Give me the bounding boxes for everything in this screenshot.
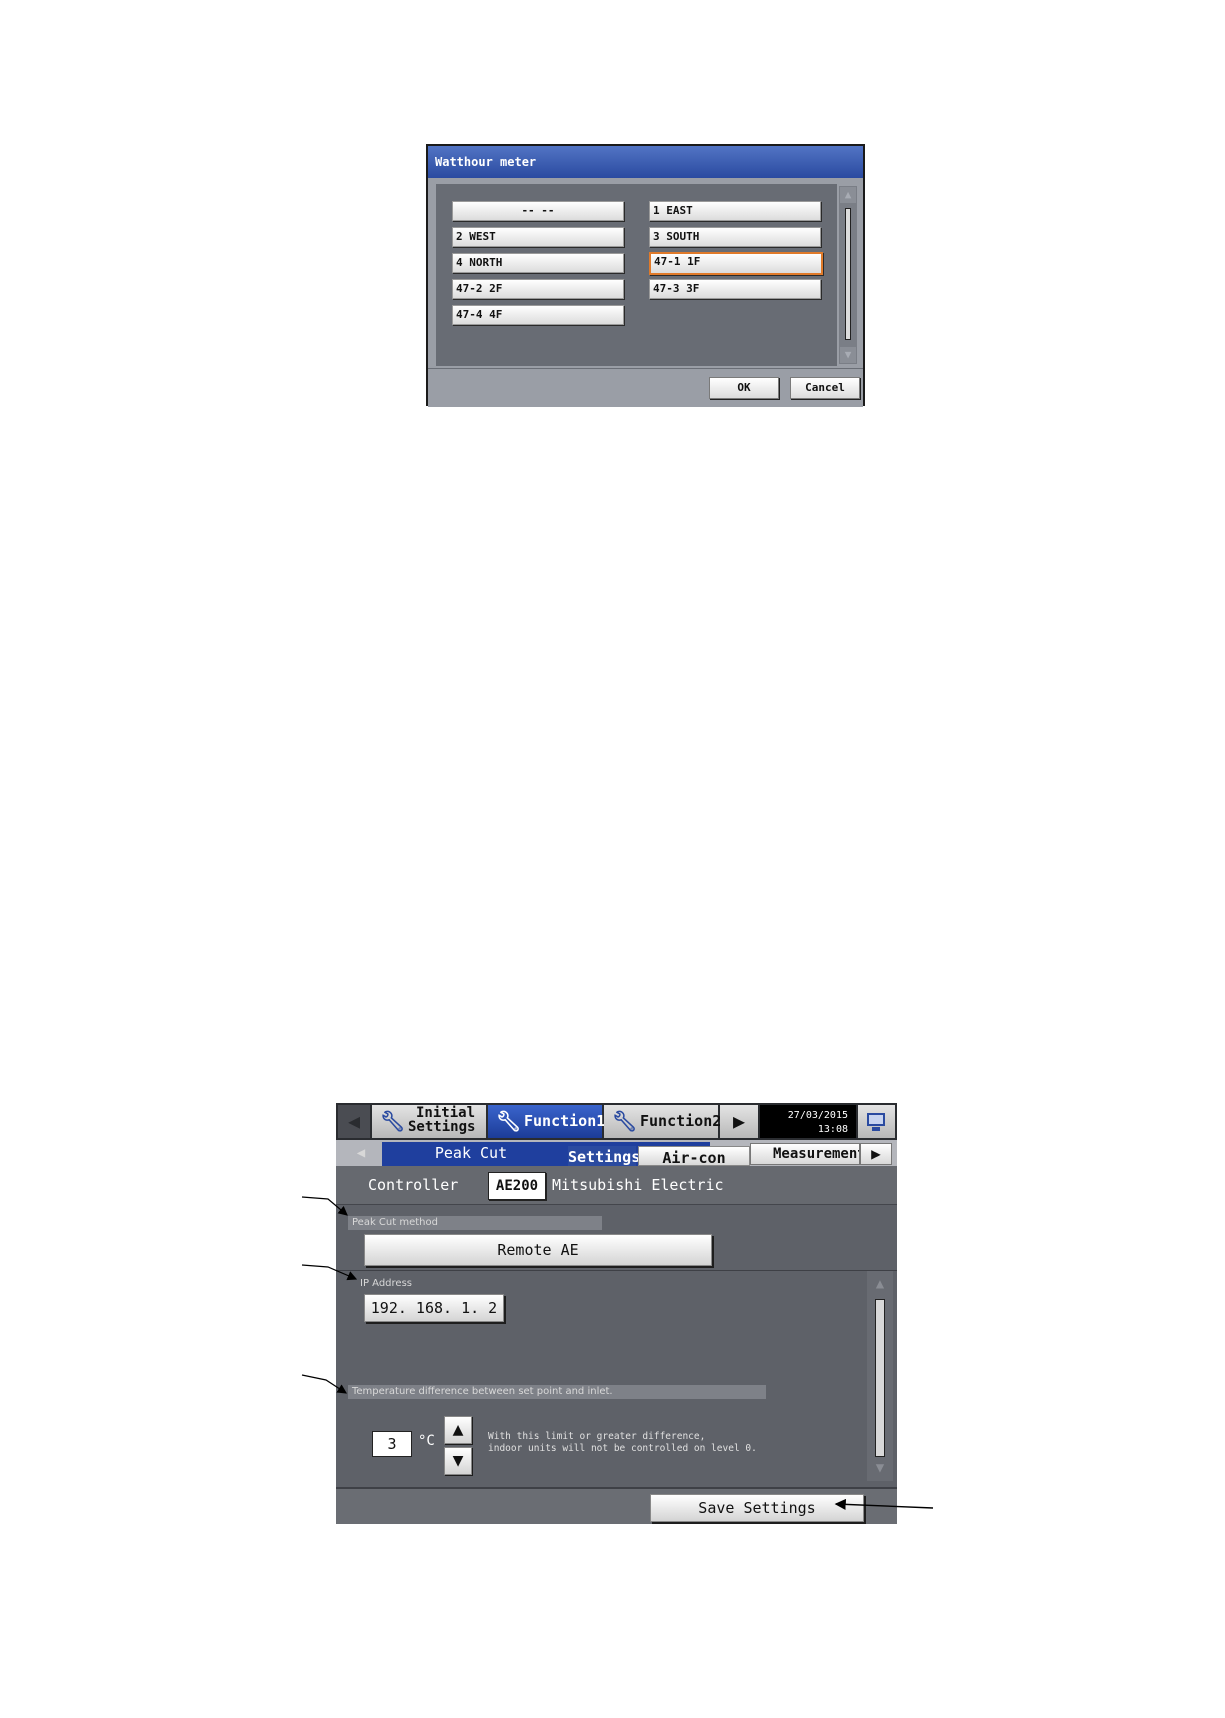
tab-function2-label: Function2: [640, 1112, 722, 1130]
temperature-note: With this limit or greater difference, i…: [488, 1431, 757, 1455]
tab-function2[interactable]: 🔧︎ Function2: [604, 1105, 722, 1138]
note-line-2: indoor units will not be controlled on l…: [488, 1443, 757, 1454]
clock: 27/03/2015 13:08: [760, 1105, 856, 1138]
tab-function1[interactable]: 🔧︎ Function1: [488, 1105, 606, 1138]
scroll-thumb[interactable]: [875, 1299, 885, 1457]
controller-row: Controller AE200 Mitsubishi Electric: [336, 1166, 897, 1205]
meter-option-2-west[interactable]: 2 WEST: [452, 227, 624, 247]
controller-label: Controller: [368, 1176, 459, 1194]
meter-option-47-3-3f[interactable]: 47-3 3F: [649, 279, 821, 299]
meter-option-none[interactable]: -- --: [452, 201, 624, 221]
screen-scrollbar[interactable]: ▲ ▼: [867, 1271, 893, 1481]
temperature-unit: °C: [418, 1433, 435, 1449]
meter-option-1-east[interactable]: 1 EAST: [649, 201, 821, 221]
ip-address-label: IP Address: [360, 1278, 412, 1289]
peak-cut-method-label: Peak Cut method: [348, 1216, 602, 1230]
meter-option-47-1-1f-selected[interactable]: 47-1 1F: [649, 252, 823, 275]
tab-next-icon[interactable]: ▶: [720, 1105, 758, 1138]
section-divider: [336, 1270, 897, 1271]
scroll-down-icon[interactable]: ▼: [840, 347, 856, 363]
increase-arrow-icon[interactable]: ▲: [444, 1416, 472, 1444]
wrench-icon: 🔧︎: [612, 1109, 638, 1133]
peak-cut-method-button[interactable]: Remote AE: [364, 1234, 712, 1266]
cancel-button[interactable]: Cancel: [790, 377, 860, 399]
wrench-icon: 🔧︎: [496, 1109, 522, 1133]
subtab-next-icon[interactable]: ▶: [860, 1143, 892, 1165]
tab-initial-settings-label: Initial Settings: [408, 1105, 476, 1135]
subtab-settings[interactable]: Settings: [568, 1146, 640, 1166]
meter-list-panel: -- -- 1 EAST 2 WEST 3 SOUTH 4 NORTH 47-1…: [436, 184, 837, 366]
meter-option-47-4-4f[interactable]: 47-4 4F: [452, 305, 624, 325]
subtab-prev-icon[interactable]: ◀: [346, 1143, 376, 1163]
dialog-scrollbar[interactable]: ▲ ▼: [839, 186, 857, 364]
scroll-up-icon[interactable]: ▲: [869, 1273, 891, 1295]
subtab-aircon[interactable]: Air-con: [638, 1146, 750, 1167]
temperature-value-field[interactable]: 3: [372, 1431, 412, 1457]
ip-address-button[interactable]: 192. 168. 1. 2: [364, 1294, 504, 1322]
monitor-button[interactable]: [858, 1105, 895, 1138]
monitor-icon-stand: [872, 1127, 880, 1131]
clock-time: 13:08: [817, 1124, 848, 1135]
tab-initial-settings[interactable]: 🔧︎ Initial Settings: [372, 1105, 486, 1138]
sub-tab-bar: ◀ Peak Cut Settings Air-con Measurement …: [336, 1140, 897, 1167]
tab-function1-label: Function1: [524, 1112, 606, 1130]
controller-name: Mitsubishi Electric: [552, 1176, 724, 1194]
peak-cut-group-label: Peak Cut: [434, 1144, 508, 1162]
ok-button[interactable]: OK: [709, 377, 779, 399]
note-line-1: With this limit or greater difference,: [488, 1431, 706, 1442]
meter-option-4-north[interactable]: 4 NORTH: [452, 253, 624, 273]
subtab-measurement[interactable]: Measurement: [750, 1143, 860, 1165]
scroll-down-icon[interactable]: ▼: [869, 1457, 891, 1479]
meter-option-47-2-2f[interactable]: 47-2 2F: [452, 279, 624, 299]
peak-cut-settings-screen: ◀ 🔧︎ Initial Settings 🔧︎ Function1 🔧︎ Fu…: [336, 1103, 897, 1524]
save-settings-button[interactable]: Save Settings: [650, 1494, 864, 1522]
decrease-arrow-icon[interactable]: ▼: [444, 1447, 472, 1475]
peak-cut-group: Peak Cut Settings Air-con: [382, 1142, 750, 1167]
scroll-up-icon[interactable]: ▲: [840, 187, 856, 203]
scroll-thumb[interactable]: [845, 208, 851, 340]
top-tab-bar: ◀ 🔧︎ Initial Settings 🔧︎ Function1 🔧︎ Fu…: [336, 1103, 897, 1140]
monitor-icon: [867, 1113, 885, 1126]
controller-model: AE200: [488, 1172, 546, 1200]
clock-date: 27/03/2015: [787, 1110, 848, 1121]
meter-option-3-south[interactable]: 3 SOUTH: [649, 227, 821, 247]
tab-prev-icon[interactable]: ◀: [338, 1105, 370, 1138]
wrench-icon: 🔧︎: [380, 1109, 406, 1133]
dialog-title: Watthour meter: [428, 146, 863, 178]
temperature-difference-label: Temperature difference between set point…: [348, 1385, 766, 1399]
watthour-meter-dialog: Watthour meter -- -- 1 EAST 2 WEST 3 SOU…: [426, 144, 865, 407]
